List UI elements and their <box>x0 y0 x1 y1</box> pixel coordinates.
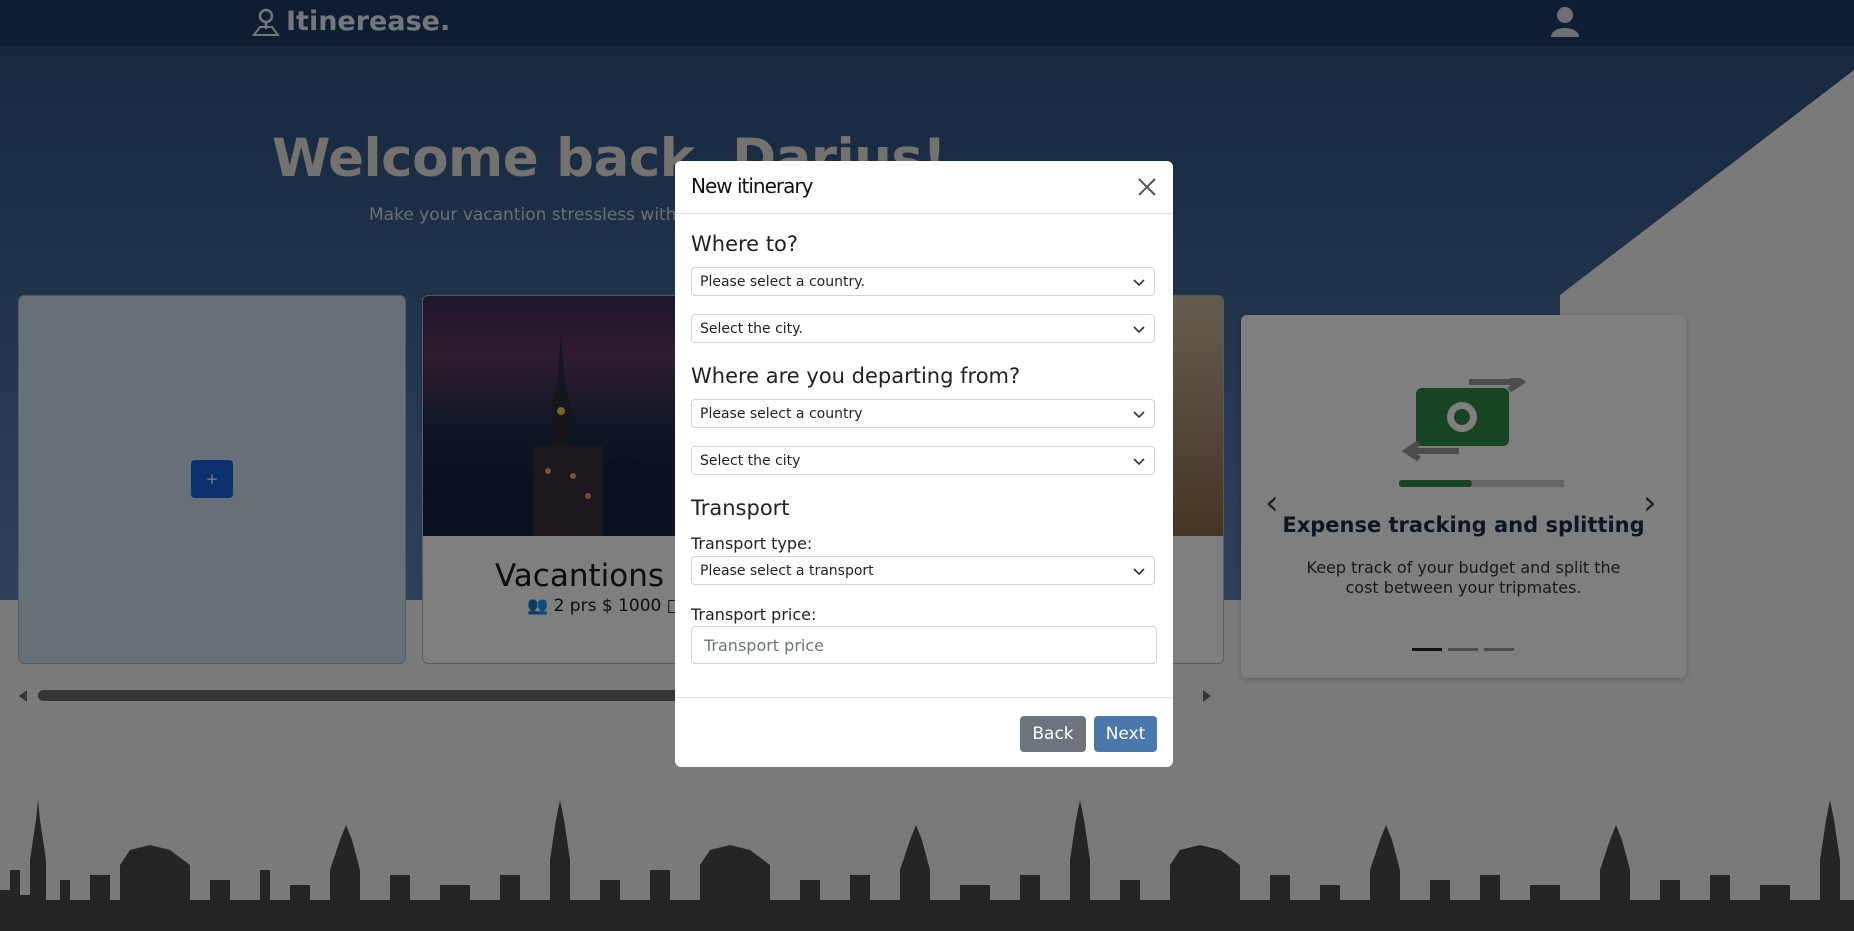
departing-heading: Where are you departing from? <box>691 364 1021 388</box>
destination-country-value: Please select a country. <box>700 274 865 290</box>
chevron-down-icon <box>1133 326 1145 334</box>
departure-country-value: Please select a country <box>700 406 863 422</box>
next-button[interactable]: Next <box>1094 716 1157 752</box>
departure-city-select[interactable]: Select the city <box>691 446 1155 475</box>
chevron-down-icon <box>1133 568 1145 576</box>
transport-type-select[interactable]: Please select a transport <box>691 556 1155 585</box>
modal-footer: Back Next <box>675 697 1173 767</box>
new-itinerary-modal: New itinerary Where to? Please select a … <box>675 161 1173 767</box>
transport-price-input[interactable] <box>691 626 1157 664</box>
transport-price-label: Transport price: <box>691 605 817 624</box>
back-button[interactable]: Back <box>1020 716 1086 752</box>
chevron-down-icon <box>1133 279 1145 287</box>
transport-heading: Transport <box>691 496 790 520</box>
transport-type-value: Please select a transport <box>700 563 874 579</box>
destination-city-value: Select the city. <box>700 321 803 337</box>
chevron-down-icon <box>1133 411 1145 419</box>
departure-city-value: Select the city <box>700 453 801 469</box>
where-to-heading: Where to? <box>691 232 798 256</box>
destination-country-select[interactable]: Please select a country. <box>691 267 1155 296</box>
departure-country-select[interactable]: Please select a country <box>691 399 1155 428</box>
close-icon[interactable] <box>1137 177 1157 197</box>
modal-title: New itinerary <box>691 174 813 198</box>
chevron-down-icon <box>1133 458 1145 466</box>
transport-type-label: Transport type: <box>691 534 813 553</box>
destination-city-select[interactable]: Select the city. <box>691 314 1155 343</box>
modal-header: New itinerary <box>675 161 1173 214</box>
